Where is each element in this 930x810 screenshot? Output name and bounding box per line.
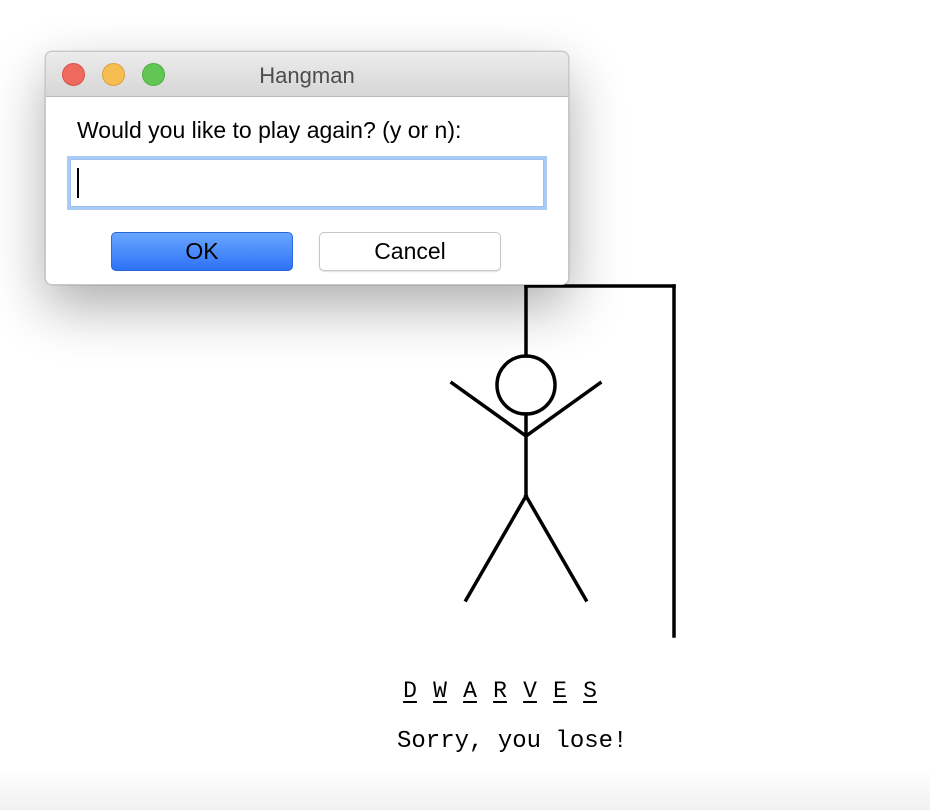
window-bottom-edge <box>0 770 930 810</box>
figure-head <box>495 354 557 416</box>
word-letter: D <box>403 678 417 704</box>
dialog-title: Hangman <box>259 63 355 88</box>
text-cursor <box>77 168 79 198</box>
answer-input[interactable] <box>70 159 544 207</box>
word-letter: A <box>463 678 477 704</box>
cancel-button[interactable]: Cancel <box>319 232 501 271</box>
dialog-content: Would you like to play again? (y or n): … <box>46 97 568 284</box>
result-message: Sorry, you lose! <box>397 728 628 755</box>
word-letter: W <box>433 678 447 704</box>
word-letter: S <box>583 678 597 704</box>
secret-word: D W A R V E S <box>400 678 600 704</box>
ok-button[interactable]: OK <box>111 232 293 271</box>
play-again-dialog: Hangman Would you like to play again? (y… <box>45 51 569 285</box>
word-letter: E <box>553 678 567 704</box>
figure-right-leg <box>523 493 589 603</box>
figure-left-arm <box>449 380 529 439</box>
figure-right-arm <box>523 380 603 439</box>
word-letter: R <box>493 678 507 704</box>
word-letter: V <box>523 678 537 704</box>
dialog-titlebar[interactable]: Hangman <box>46 52 568 97</box>
dialog-prompt: Would you like to play again? (y or n): <box>77 117 462 143</box>
figure-left-leg <box>463 493 529 603</box>
